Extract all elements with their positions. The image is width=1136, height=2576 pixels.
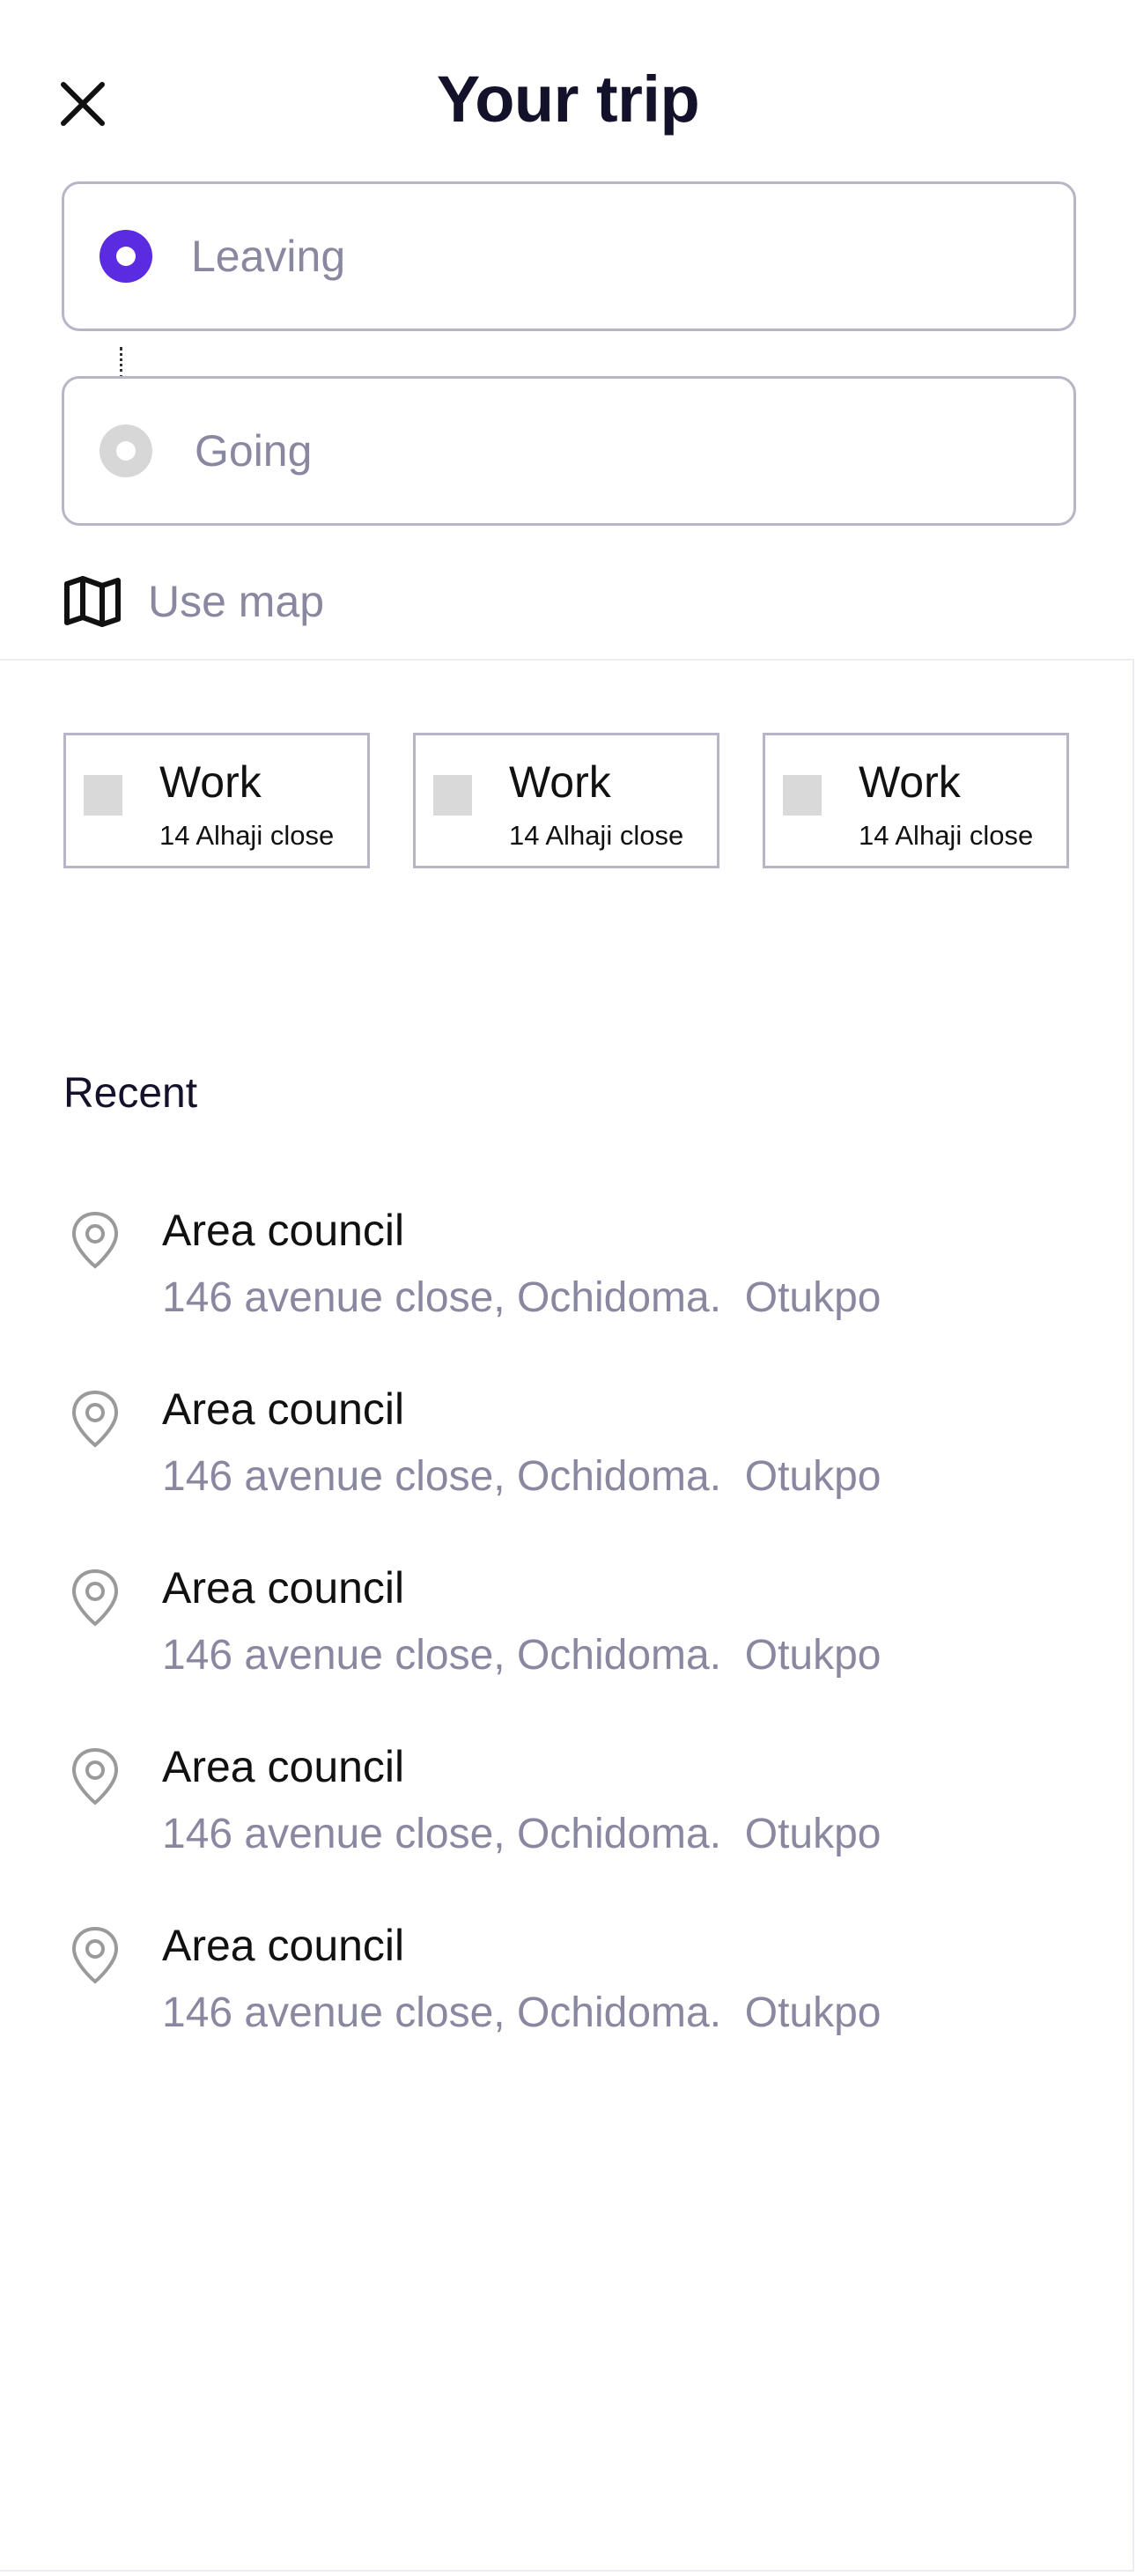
location-pin-icon — [71, 1926, 119, 1984]
recent-list: Area council 146 avenue close, Ochidoma.… — [0, 1189, 1136, 2083]
place-thumbnail — [783, 775, 822, 816]
saved-place-card[interactable]: Work 14 Alhaji close — [63, 733, 370, 868]
leaving-radio-icon — [100, 230, 152, 283]
saved-place-title: Work — [859, 757, 961, 807]
header: Your trip — [0, 0, 1136, 176]
location-pin-icon — [71, 1390, 119, 1448]
recent-item[interactable]: Area council 146 avenue close, Ochidoma.… — [0, 1904, 1136, 2083]
saved-place-address: 14 Alhaji close — [509, 820, 684, 851]
route-connector — [120, 347, 122, 379]
recent-item-name: Area council — [162, 1384, 405, 1434]
recent-item-address: 146 avenue close, Ochidoma. Otukpo — [162, 1632, 882, 1679]
use-map-label: Use map — [148, 577, 325, 626]
location-pin-icon — [71, 1568, 119, 1627]
going-field[interactable] — [62, 376, 1076, 526]
recent-item[interactable]: Area council 146 avenue close, Ochidoma.… — [0, 1725, 1136, 1904]
going-input[interactable] — [195, 379, 1040, 523]
recent-item[interactable]: Area council 146 avenue close, Ochidoma.… — [0, 1368, 1136, 1546]
location-pin-icon — [71, 1211, 119, 1269]
saved-place-address: 14 Alhaji close — [159, 820, 335, 851]
saved-place-title: Work — [159, 757, 262, 807]
recent-item-address: 146 avenue close, Ochidoma. Otukpo — [162, 1989, 882, 2036]
recent-item-address: 146 avenue close, Ochidoma. Otukpo — [162, 1274, 882, 1321]
location-pin-icon — [71, 1747, 119, 1805]
recent-heading: Recent — [63, 1070, 198, 1117]
leaving-field[interactable] — [62, 181, 1076, 331]
page-title: Your trip — [436, 63, 700, 136]
recent-item-name: Area council — [162, 1563, 405, 1613]
saved-place-card[interactable]: Work 14 Alhaji close — [413, 733, 719, 868]
recent-item-address: 146 avenue close, Ochidoma. Otukpo — [162, 1453, 882, 1500]
saved-place-title: Work — [509, 757, 611, 807]
recent-item-name: Area council — [162, 1206, 405, 1255]
use-map-button[interactable]: Use map — [63, 571, 324, 632]
saved-place-address: 14 Alhaji close — [859, 820, 1034, 851]
leaving-input[interactable] — [191, 184, 1036, 328]
place-thumbnail — [433, 775, 472, 816]
going-radio-icon — [100, 424, 152, 477]
recent-item-name: Area council — [162, 1742, 405, 1791]
recent-item[interactable]: Area council 146 avenue close, Ochidoma.… — [0, 1189, 1136, 1368]
map-icon — [63, 575, 122, 628]
place-thumbnail — [84, 775, 122, 816]
recent-item[interactable]: Area council 146 avenue close, Ochidoma.… — [0, 1546, 1136, 1725]
saved-place-card[interactable]: Work 14 Alhaji close — [763, 733, 1069, 868]
recent-item-name: Area council — [162, 1921, 405, 1970]
recent-item-address: 146 avenue close, Ochidoma. Otukpo — [162, 1811, 882, 1857]
